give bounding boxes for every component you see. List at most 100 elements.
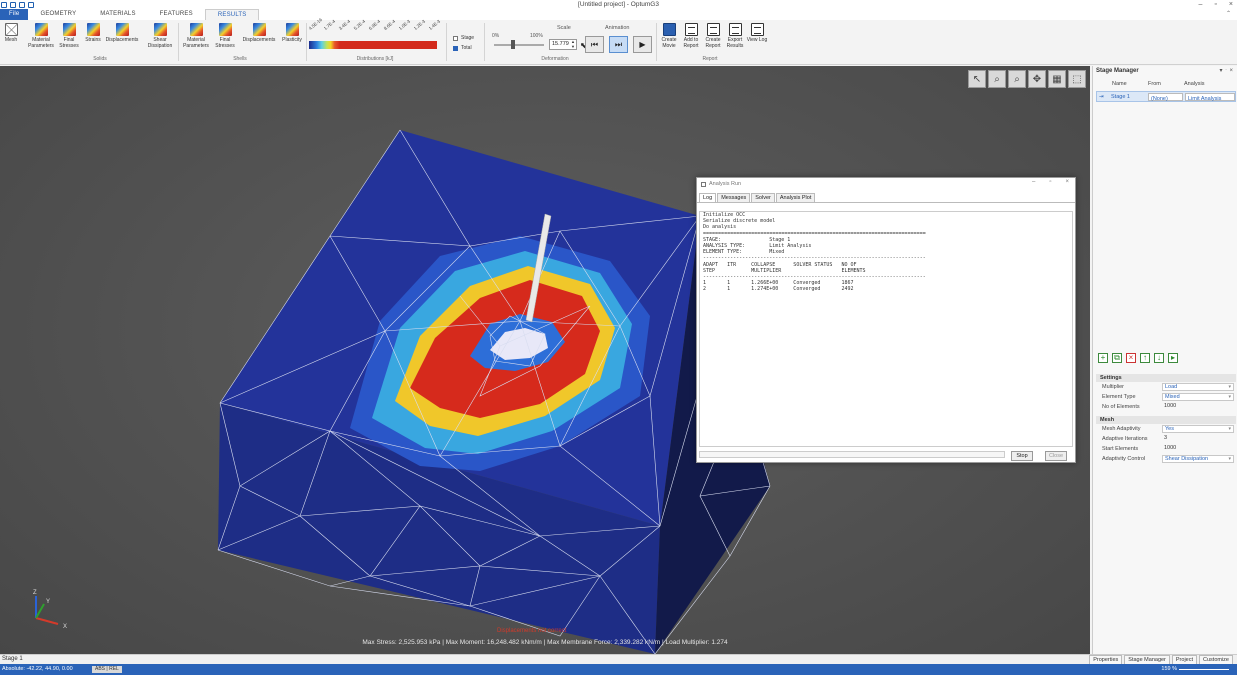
adaptive-iterations-input[interactable]: 3 — [1162, 435, 1234, 443]
create-report-button[interactable]: Create Report — [702, 23, 724, 49]
select-icon[interactable]: ↖ — [968, 70, 986, 88]
solids-material-parameters-button[interactable]: Material Parameters — [28, 23, 54, 49]
copy-stage-icon[interactable]: ⧉ — [1112, 353, 1122, 363]
export-results-button[interactable]: Export Results — [724, 23, 746, 49]
coordinate-mode-toggle[interactable]: ABS | REL — [92, 666, 122, 673]
multiplier-select[interactable]: Load ▾ — [1162, 383, 1234, 391]
tab-materials[interactable]: MATERIALS — [88, 9, 147, 20]
view-log-label: View Log — [746, 37, 768, 43]
shells-plasticity-button[interactable]: Plasticity — [280, 23, 304, 44]
scale-input[interactable]: 15.779 ▲ ▼ — [549, 39, 577, 50]
dialog-minimize-button[interactable]: – — [1032, 179, 1035, 185]
shells-material-parameters-label: Material Parameters — [183, 37, 209, 49]
adaptivity-control-label: Adaptivity Control — [1102, 456, 1146, 462]
create-movie-button[interactable]: Create Movie — [658, 23, 680, 49]
view-cube-icon[interactable]: ⬚ — [1068, 70, 1086, 88]
dialog-title: Analysis Run — [709, 181, 742, 187]
zoom-slider[interactable] — [1179, 669, 1229, 670]
shells-material-parameters-button[interactable]: Material Parameters — [183, 23, 209, 49]
export-results-label: Export Results — [726, 37, 744, 49]
export-icon — [728, 23, 742, 36]
deformation-slider-knob[interactable] — [510, 40, 515, 49]
minimize-button[interactable]: – — [1199, 0, 1203, 9]
log-icon — [750, 23, 764, 36]
dialog-close-icon[interactable]: × — [1065, 179, 1069, 185]
pan-icon[interactable]: ✥ — [1028, 70, 1046, 88]
adaptivity-control-select[interactable]: Shear Dissipation ▾ — [1162, 455, 1234, 463]
run-icon[interactable]: ▸ — [1168, 353, 1178, 363]
animation-play-button[interactable]: ▶ — [633, 36, 652, 53]
skip-back-icon: ⏮ — [590, 39, 599, 49]
solids-shear-dissipation-button[interactable]: Shear Dissipation — [146, 23, 174, 49]
analysis-select[interactable]: Limit Analysis — [1185, 93, 1235, 102]
tab-analysis-plot[interactable]: Analysis Plot — [775, 193, 816, 202]
distribution-color-bar — [309, 41, 437, 49]
delete-stage-icon[interactable]: × — [1126, 353, 1136, 363]
restore-button[interactable]: ▫ — [1214, 0, 1216, 9]
add-stage-icon[interactable]: + — [1098, 353, 1108, 363]
color-bar-tick: 8.6E-4 — [382, 18, 397, 31]
title-bar: [Untitled project] - OptumG3 – ▫ × — [0, 0, 1237, 9]
status-bar: Absolute: -42.22, 44.90, 0.00 ABS | REL … — [0, 664, 1237, 675]
dialog-maximize-button[interactable]: ▫ — [1049, 179, 1051, 185]
total-checkbox[interactable]: Total — [453, 45, 472, 51]
axis-y-label: Y — [46, 599, 50, 605]
animation-label: Animation — [605, 25, 630, 31]
grid-icon[interactable]: ▦ — [1048, 70, 1066, 88]
move-down-icon[interactable]: ↓ — [1154, 353, 1164, 363]
move-up-icon[interactable]: ↑ — [1140, 353, 1150, 363]
element-type-select[interactable]: Mixed ▾ — [1162, 393, 1234, 401]
solids-displacements-button[interactable]: Displacements — [104, 23, 140, 44]
stage-checkbox[interactable]: Stage — [453, 35, 474, 41]
close-button[interactable]: × — [1229, 0, 1233, 9]
deformation-slider[interactable] — [494, 40, 544, 49]
animation-step-button[interactable]: ⏭ — [609, 36, 628, 53]
no-of-elements-input[interactable]: 1000 — [1162, 403, 1234, 411]
add-to-report-button[interactable]: Add to Report — [680, 23, 702, 49]
solids-strains-label: Strains — [85, 37, 101, 43]
tab-geometry[interactable]: GEOMETRY — [28, 9, 88, 20]
window-controls: – ▫ × — [1199, 0, 1233, 9]
mesh-adaptivity-value: Yes — [1165, 426, 1174, 432]
tab-results[interactable]: RESULTS — [204, 9, 260, 20]
tab-features[interactable]: FEATURES — [148, 9, 205, 20]
total-checkbox-box[interactable] — [453, 45, 458, 51]
stage-checkbox-box[interactable] — [453, 35, 458, 41]
panel-controls[interactable]: ▾ ᛫ × — [1220, 66, 1233, 77]
zoom-icon[interactable]: ⌕ — [988, 70, 1006, 88]
solids-strains-button[interactable]: Strains — [82, 23, 104, 44]
slider-min-label: 0% — [492, 33, 500, 39]
slider-max-label: 100% — [530, 33, 543, 39]
ribbon: Mesh Material Parameters Final Stresses … — [0, 17, 1237, 65]
solids-final-stresses-button[interactable]: Final Stresses — [58, 23, 80, 49]
spin-arrows-icon[interactable]: ▲ ▼ — [571, 39, 575, 49]
shells-displacements-button[interactable]: Displacements — [240, 23, 278, 44]
solids-group-label: Solids — [93, 56, 107, 62]
scale-value: 15.779 — [552, 41, 569, 47]
start-elements-row: Start Elements 1000 — [1096, 444, 1236, 454]
close-button[interactable]: Close — [1045, 451, 1067, 461]
stop-button[interactable]: Stop — [1011, 451, 1033, 461]
adaptivity-control-row: Adaptivity Control Shear Dissipation ▾ — [1096, 454, 1236, 464]
tab-solver[interactable]: Solver — [751, 193, 775, 202]
animation-first-button[interactable]: ⏮ — [585, 36, 604, 53]
collapse-ribbon-icon[interactable]: ⌃ — [1226, 10, 1231, 17]
shells-plasticity-label: Plasticity — [282, 37, 302, 43]
tab-file[interactable]: File — [0, 9, 29, 20]
tab-log[interactable]: Log — [699, 193, 717, 202]
column-analysis: Analysis — [1184, 81, 1205, 87]
view-log-button[interactable]: View Log — [746, 23, 768, 44]
mesh-adaptivity-select[interactable]: Yes ▾ — [1162, 425, 1234, 433]
mesh-button[interactable]: Mesh — [0, 23, 22, 44]
from-select[interactable]: (None) — [1148, 93, 1183, 102]
shells-final-stresses-button[interactable]: Final Stresses — [214, 23, 236, 49]
adaptive-iterations-label: Adaptive Iterations — [1102, 436, 1148, 442]
stage-row[interactable]: ⇥ Stage 1 (None) Limit Analysis — [1096, 91, 1236, 102]
zoom-extents-icon[interactable]: ⌕ — [1008, 70, 1026, 88]
contour-icon — [218, 23, 232, 36]
element-type-label: Element Type — [1102, 394, 1136, 400]
start-elements-input[interactable]: 1000 — [1162, 445, 1234, 453]
warning-text: Displacements not correct — [497, 628, 567, 634]
tab-messages[interactable]: Messages — [717, 193, 751, 202]
no-of-elements-row: No of Elements 1000 — [1096, 402, 1236, 412]
